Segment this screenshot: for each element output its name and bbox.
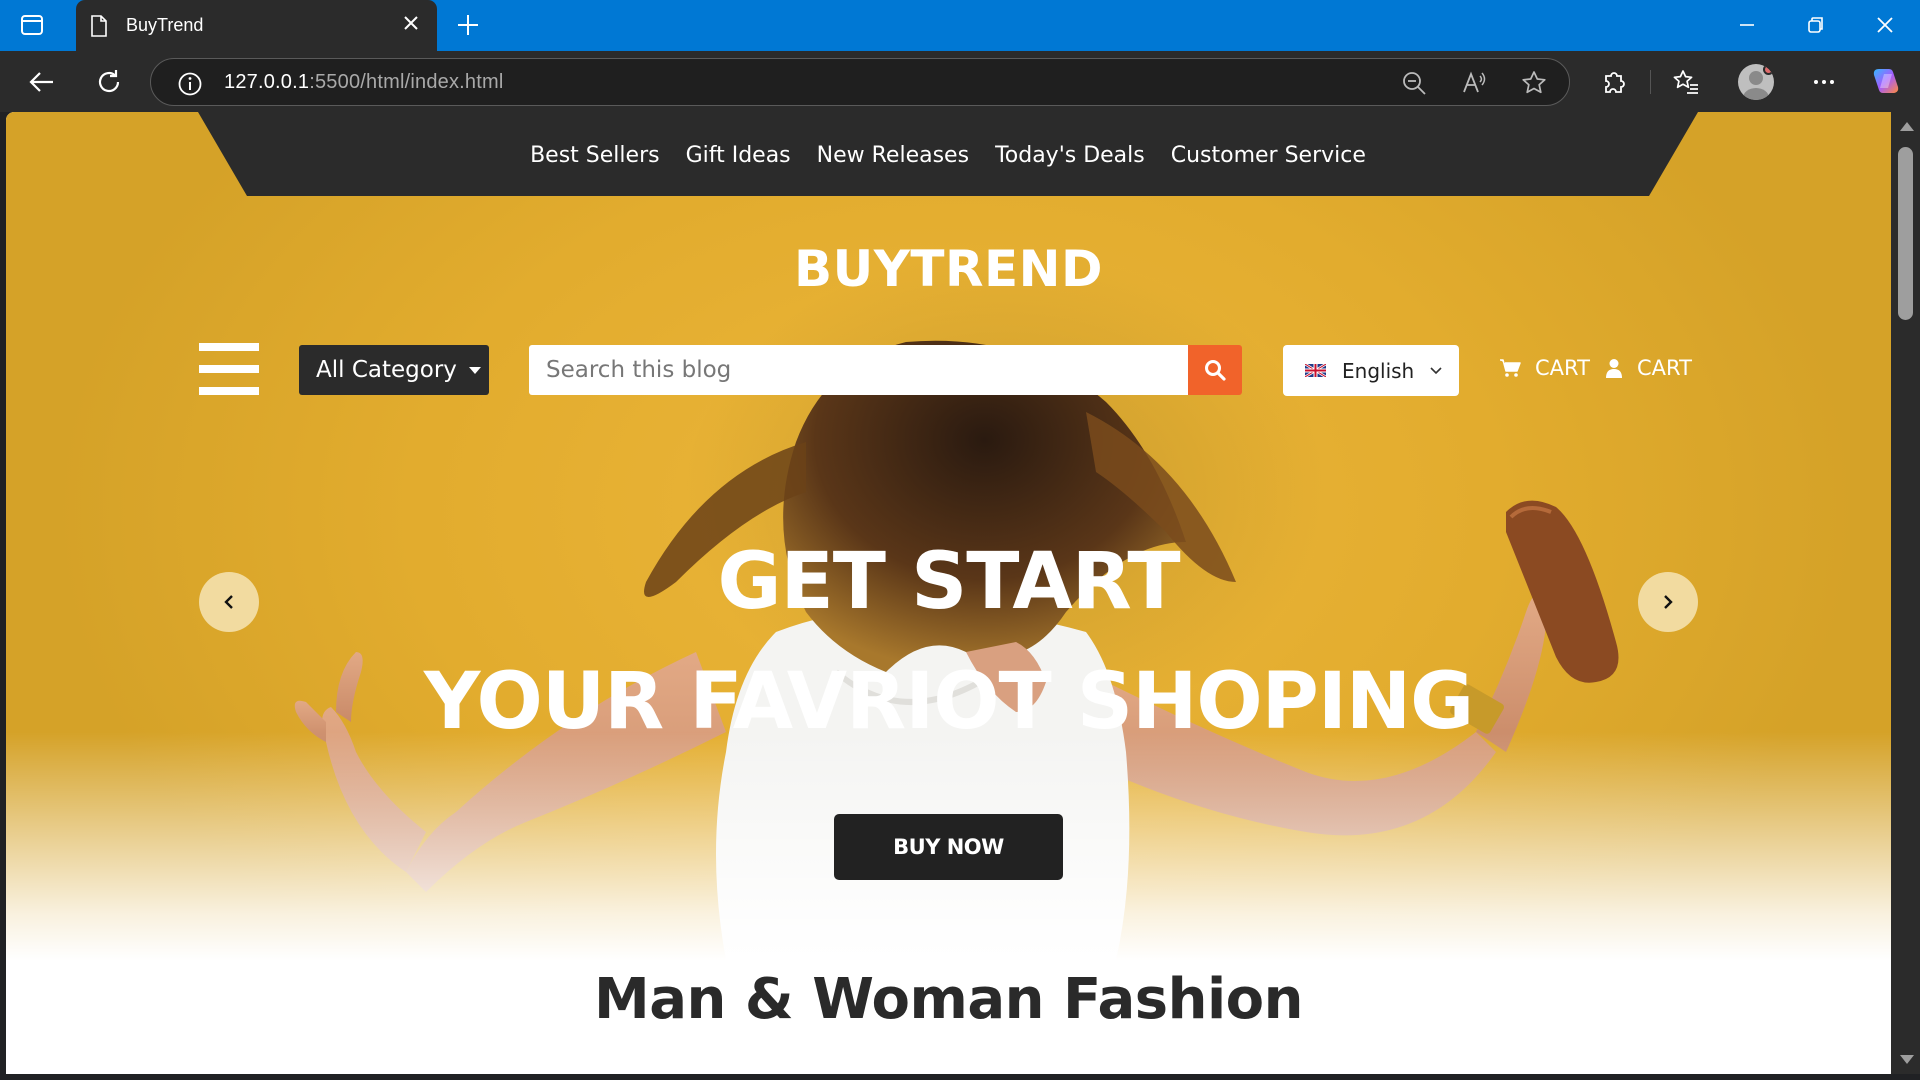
hamburger-icon[interactable] (199, 343, 259, 395)
favorite-star-icon[interactable] (1521, 70, 1547, 96)
account-label: CART (1637, 356, 1692, 380)
scroll-down-icon[interactable] (1900, 1055, 1914, 1064)
uk-flag-icon (1305, 364, 1326, 377)
hamburger-line (199, 365, 259, 373)
address-bar[interactable]: 127.0.0.1:5500/html/index.html (150, 58, 1570, 106)
page-viewport: Best Sellers Gift Ideas New Releases Tod… (6, 112, 1891, 1074)
plus-icon[interactable] (455, 12, 481, 38)
hamburger-line (199, 343, 259, 351)
language-label: English (1342, 358, 1415, 383)
hero-heading-line-2: YOUR FAVRIOT SHOPING (423, 657, 1474, 747)
restore-icon[interactable] (1803, 12, 1829, 38)
section-title: Man & Woman Fashion (594, 967, 1303, 1032)
nav-link-customer-service[interactable]: Customer Service (1171, 143, 1366, 168)
hero-heading-line-1: GET START (717, 537, 1180, 627)
category-label: All Category (316, 357, 457, 383)
caret-down-icon (468, 366, 481, 374)
scroll-up-icon[interactable] (1900, 122, 1914, 131)
hamburger-line (199, 387, 259, 395)
tab-actions-icon[interactable] (20, 14, 44, 36)
minimize-icon[interactable] (1734, 12, 1760, 38)
window-close-icon[interactable] (1872, 12, 1898, 38)
info-icon[interactable] (177, 71, 203, 102)
all-category-dropdown[interactable]: All Category (299, 345, 489, 395)
url-text: 127.0.0.1:5500/html/index.html (224, 71, 504, 93)
extensions-icon[interactable] (1600, 68, 1628, 96)
browser-tab-active[interactable]: BuyTrend (76, 0, 437, 51)
more-icon[interactable] (1810, 68, 1838, 96)
search-field (529, 345, 1188, 395)
tab-title: BuyTrend (126, 15, 204, 35)
cart-icon (1500, 359, 1521, 377)
top-navigation: Best Sellers Gift Ideas New Releases Tod… (198, 112, 1698, 196)
nav-link-todays-deals[interactable]: Today's Deals (995, 143, 1145, 168)
site-logo[interactable]: BUYTREND (6, 240, 1891, 298)
chevron-down-icon (1430, 366, 1442, 374)
browser-tab-bar: BuyTrend (0, 0, 1920, 51)
language-selector[interactable]: English (1283, 345, 1459, 396)
nav-link-new-releases[interactable]: New Releases (817, 143, 969, 168)
cart-label: CART (1535, 356, 1590, 380)
nav-link-best-sellers[interactable]: Best Sellers (530, 143, 659, 168)
zoom-out-icon[interactable] (1401, 70, 1427, 96)
buy-now-button[interactable]: BUY NOW (834, 814, 1063, 880)
user-icon (1606, 359, 1622, 378)
read-aloud-icon[interactable] (1461, 70, 1487, 96)
notification-dot (1763, 64, 1774, 75)
scroll-thumb[interactable] (1898, 147, 1913, 320)
close-icon[interactable] (401, 13, 421, 33)
page-scrollbar[interactable] (1891, 112, 1920, 1074)
search-icon (1205, 360, 1226, 381)
avatar[interactable] (1738, 64, 1774, 100)
page-icon (90, 15, 108, 42)
nav-link-gift-ideas[interactable]: Gift Ideas (686, 143, 791, 168)
search-input[interactable] (529, 345, 1188, 395)
cart-link[interactable]: CART (1499, 356, 1590, 380)
back-icon[interactable] (27, 67, 57, 97)
copilot-icon[interactable] (1870, 65, 1902, 97)
favorites-icon[interactable] (1672, 68, 1700, 96)
refresh-icon[interactable] (94, 67, 124, 97)
account-link[interactable]: CART (1605, 356, 1692, 380)
search-button[interactable] (1188, 345, 1242, 395)
address-toolbar: 127.0.0.1:5500/html/index.html (0, 51, 1920, 112)
toolbar-divider (1650, 70, 1651, 94)
window-bottom-edge (0, 1074, 1920, 1080)
